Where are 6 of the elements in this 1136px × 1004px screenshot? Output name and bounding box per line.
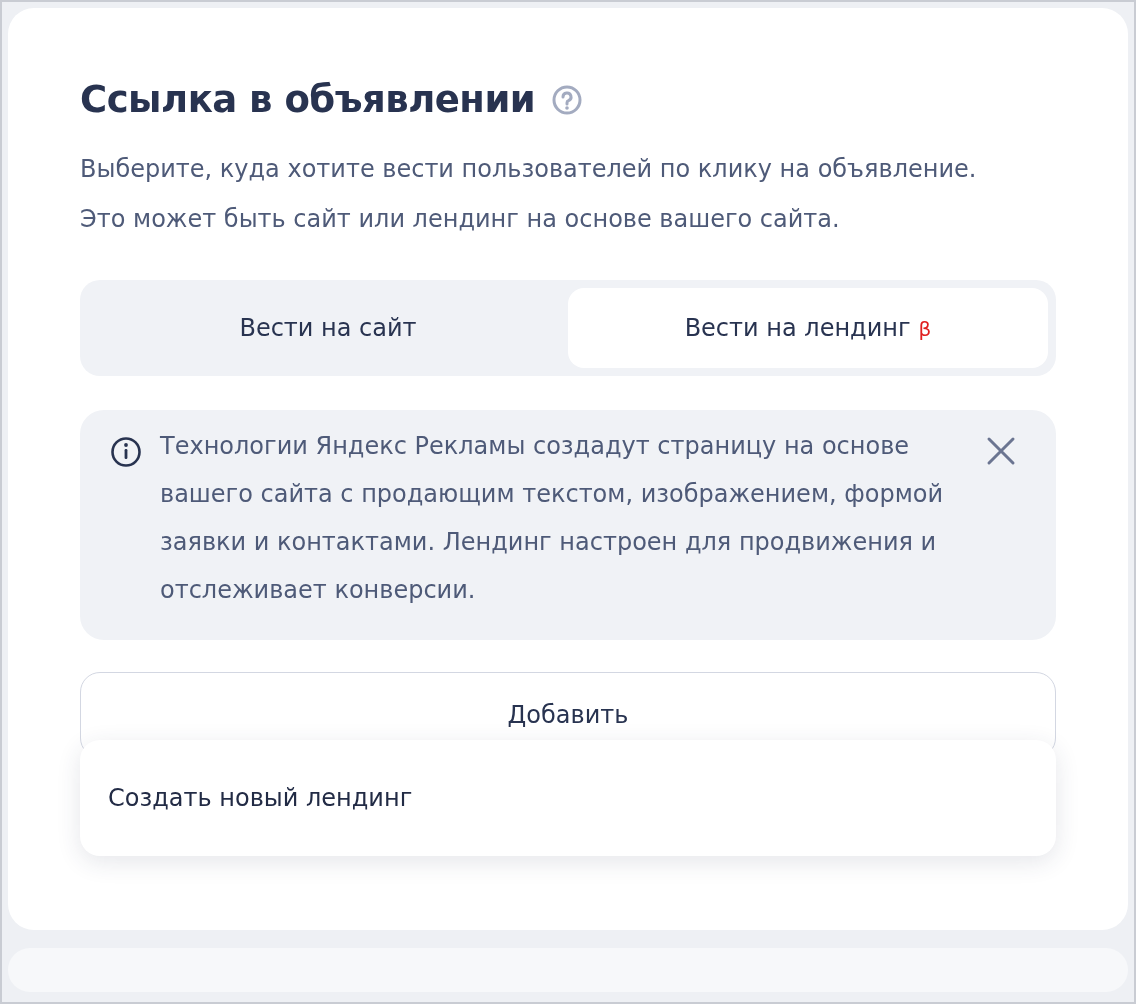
beta-label: β: [918, 317, 932, 342]
mode-tab[interactable]: Вести на лендинг β: [568, 288, 1048, 369]
mode-tab[interactable]: Вести на сайт: [88, 288, 568, 369]
description-text: Выберите, куда хотите вести пользователей по клику на объявление. Это может быть сайт или лендинг на основе вашего сайта.: [80, 154, 978, 236]
section-title: Ссылка в объявлении: [80, 78, 536, 123]
info-text: Технологии Яндекс Рекламы создадут страницу на основе вашего сайта с продающим текстом, изображением, формой заявки и контактами. Лендинг настроен для продвижения и отслеживает конверсии.: [160, 431, 945, 607]
